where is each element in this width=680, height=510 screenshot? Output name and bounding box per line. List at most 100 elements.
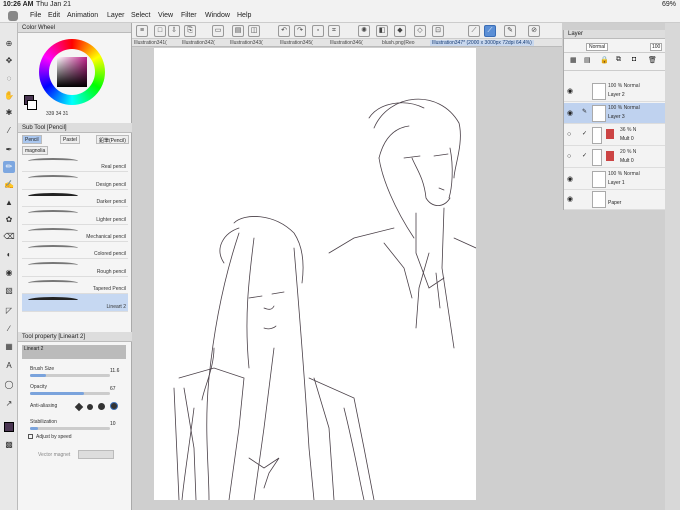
- blend-mode-select[interactable]: Normal: [586, 43, 609, 51]
- visibility-icon[interactable]: ○: [567, 153, 571, 160]
- color-wheel[interactable]: [39, 39, 105, 105]
- pencil-tool-icon[interactable]: ✏: [3, 161, 15, 173]
- brush-colored-pencil[interactable]: Colored pencil: [22, 242, 128, 260]
- new-vector-layer-icon[interactable]: ▤: [584, 56, 591, 64]
- layer-row-mult1[interactable]: ○ ✓ 36 % N Mult 0: [564, 125, 666, 146]
- menu-select[interactable]: Select: [131, 12, 150, 19]
- eyedropper-icon[interactable]: ⁄: [3, 125, 15, 137]
- save-icon[interactable]: ⇩: [168, 25, 180, 37]
- stabilization-slider[interactable]: [30, 427, 110, 430]
- layer-row-paper[interactable]: ◉ Paper: [564, 189, 666, 210]
- brush-lighter-pencil[interactable]: Lighter pencil: [22, 207, 128, 225]
- tab-illustration345[interactable]: Illustration345(: [280, 40, 313, 46]
- check-icon[interactable]: ✓: [582, 152, 587, 159]
- menu-view[interactable]: View: [158, 12, 173, 19]
- tab-illustration343[interactable]: Illustration343(: [230, 40, 263, 46]
- aa-mid-icon[interactable]: [97, 403, 105, 410]
- clip-icon[interactable]: ⧉: [616, 56, 621, 64]
- lasso-icon[interactable]: ◌: [3, 73, 15, 85]
- sparkle-icon[interactable]: ✱: [3, 107, 15, 119]
- main-color-icon[interactable]: [3, 421, 15, 433]
- app-logo-icon[interactable]: [8, 11, 18, 21]
- lock-icon[interactable]: 🔒: [600, 56, 609, 64]
- blend-icon[interactable]: ◐: [3, 249, 15, 261]
- frame-icon[interactable]: ∕: [3, 323, 15, 335]
- tab-magnolia[interactable]: magnolia: [22, 146, 49, 155]
- visibility-icon[interactable]: ○: [567, 131, 571, 138]
- aa-none-icon[interactable]: [74, 402, 84, 412]
- brush-lineart-2[interactable]: Lineart 2: [22, 294, 128, 312]
- menu-layer[interactable]: Layer: [107, 12, 125, 19]
- tab-illustration347[interactable]: Illustration347* (2000 x 3000px 72dpi 64…: [430, 40, 534, 46]
- reference-icon[interactable]: ⊘: [528, 25, 540, 37]
- vector-magnet-control[interactable]: [78, 450, 114, 459]
- new-icon[interactable]: □: [154, 25, 166, 37]
- visibility-icon[interactable]: ◉: [567, 109, 573, 117]
- move-icon[interactable]: ✥: [3, 55, 15, 67]
- transform-icon[interactable]: ⊡: [432, 25, 444, 37]
- snap-icon[interactable]: ⟋: [484, 25, 496, 37]
- background-swatch[interactable]: [27, 100, 37, 110]
- crop-icon[interactable]: ⌗: [328, 25, 340, 37]
- tab-illustration341[interactable]: Illustration341(: [134, 40, 167, 46]
- delete-layer-icon[interactable]: 🗑: [648, 56, 657, 64]
- tab-illustration342[interactable]: Illustration342(: [182, 40, 215, 46]
- visibility-icon[interactable]: ◉: [567, 195, 573, 203]
- visibility-icon[interactable]: ◉: [567, 175, 573, 183]
- new-raster-layer-icon[interactable]: ▦: [570, 56, 577, 64]
- menu-filter[interactable]: Filter: [181, 12, 197, 19]
- tab-pencil-jp[interactable]: 鉛筆(Pencil): [96, 135, 129, 144]
- pen-icon[interactable]: ✎: [504, 25, 516, 37]
- deselect-icon[interactable]: ◇: [414, 25, 426, 37]
- airbrush-icon[interactable]: ▲: [3, 197, 15, 209]
- brush-size-slider[interactable]: [30, 374, 110, 377]
- drawing-canvas[interactable]: [154, 48, 477, 501]
- brush-mechanical-pencil[interactable]: Mechanical pencil: [22, 225, 128, 242]
- zoom-icon[interactable]: ⊕: [3, 38, 15, 50]
- adjust-checkbox[interactable]: [28, 434, 33, 439]
- correct-line-icon[interactable]: ↗: [3, 398, 15, 410]
- redo-icon[interactable]: ↷: [294, 25, 306, 37]
- decoration-icon[interactable]: ✿: [3, 214, 15, 226]
- brush-real-pencil[interactable]: Real pencil: [22, 155, 128, 173]
- export-icon[interactable]: ▭: [212, 25, 224, 37]
- invert-icon[interactable]: ◧: [376, 25, 388, 37]
- layer-row-layer1[interactable]: ◉ 100 % Normal Layer 1: [564, 169, 666, 190]
- layer-opacity-field[interactable]: 100: [650, 43, 663, 51]
- menu-edit[interactable]: Edit: [48, 12, 60, 19]
- tab-blush[interactable]: blush.png(Reo: [382, 40, 415, 46]
- fill-tool-icon[interactable]: ◉: [3, 267, 15, 279]
- eraser-icon[interactable]: ⌫: [3, 231, 15, 243]
- opacity-value[interactable]: 67: [110, 386, 116, 392]
- balloon-icon[interactable]: ◯: [3, 379, 15, 391]
- text-tool-icon[interactable]: A: [3, 360, 15, 372]
- layer-row-mult2[interactable]: ○ ✓ 20 % N Mult 0: [564, 147, 666, 168]
- canvas-area[interactable]: [132, 48, 562, 510]
- aa-strong-icon[interactable]: [109, 402, 118, 410]
- tab-pencil[interactable]: Pencil: [22, 135, 42, 144]
- brush-tapered-pencil[interactable]: Tapered Pencil: [22, 277, 128, 295]
- menu-animation[interactable]: Animation: [67, 12, 98, 19]
- brush-tool-icon[interactable]: ✍: [3, 179, 15, 191]
- menu-icon[interactable]: ≡: [136, 25, 148, 37]
- select-all-icon[interactable]: ✺: [358, 25, 370, 37]
- check-icon[interactable]: ✓: [582, 130, 587, 137]
- print-icon[interactable]: ▤: [232, 25, 244, 37]
- clear-icon[interactable]: ▫: [312, 25, 324, 37]
- ruler-tool-icon[interactable]: ▦: [3, 341, 15, 353]
- brush-darker-pencil[interactable]: Darker pencil: [22, 190, 128, 208]
- brush-size-value[interactable]: 11.6: [110, 368, 119, 374]
- transparent-color-icon[interactable]: ▩: [3, 439, 15, 451]
- menu-file[interactable]: File: [30, 12, 41, 19]
- menu-window[interactable]: Window: [205, 12, 230, 19]
- hand-icon[interactable]: ✋: [3, 90, 15, 102]
- fill-icon[interactable]: ◆: [394, 25, 406, 37]
- saturation-square[interactable]: [57, 57, 87, 87]
- figure-icon[interactable]: ◸: [3, 305, 15, 317]
- visibility-icon[interactable]: ◉: [567, 87, 573, 95]
- ruler-icon[interactable]: ⟋: [468, 25, 480, 37]
- undo-icon[interactable]: ↶: [278, 25, 290, 37]
- antialiasing-options[interactable]: [74, 402, 118, 412]
- brush-design-pencil[interactable]: Design pencil: [22, 172, 128, 190]
- layer-row-layer3[interactable]: ◉ ✎ 100 % Normal Layer 3: [564, 103, 666, 124]
